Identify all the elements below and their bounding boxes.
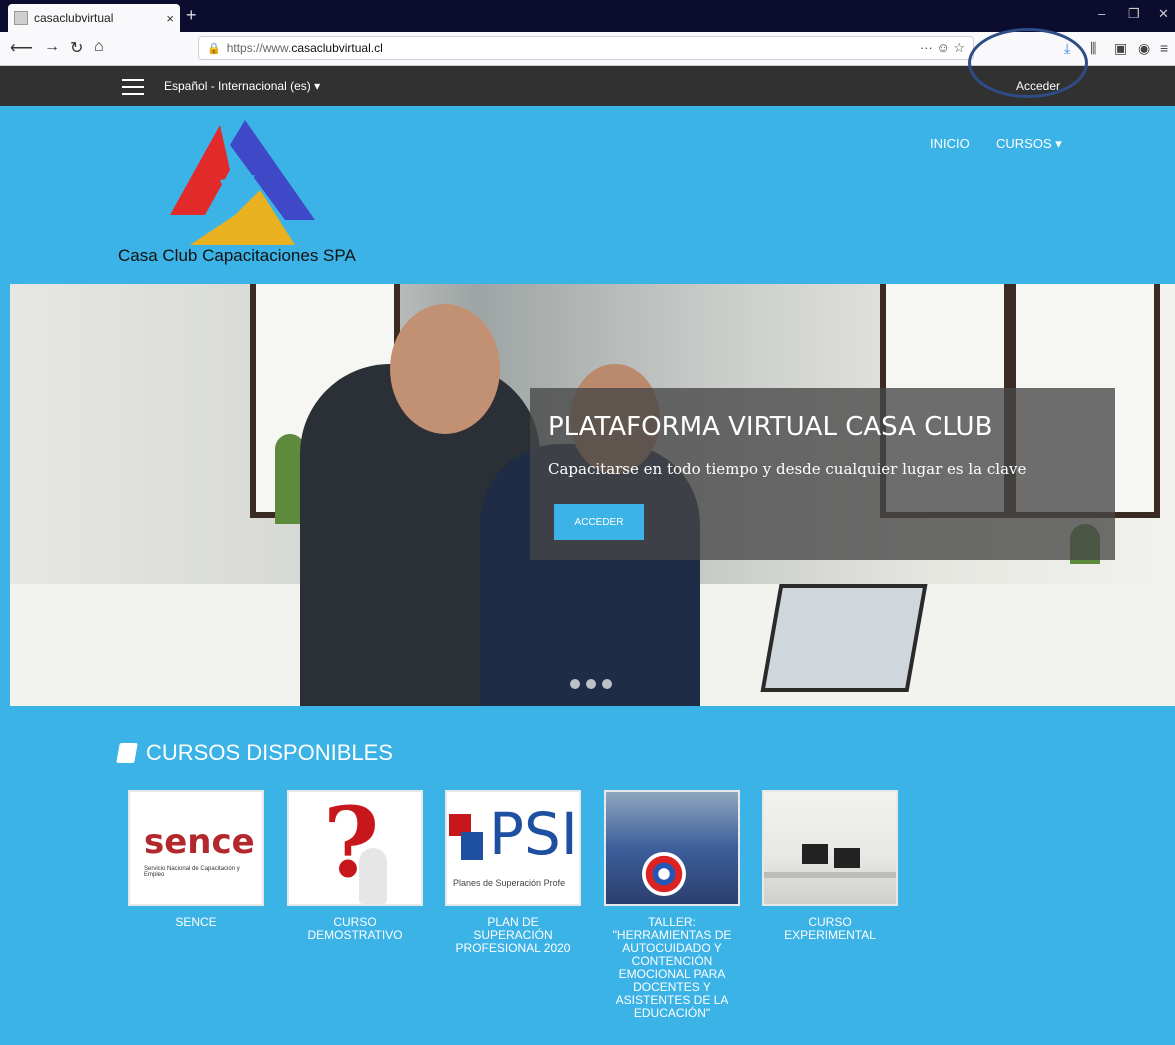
- hero-subtitle: Capacitarse en todo tiempo y desde cualq…: [548, 460, 1027, 478]
- hero-caption: PLATAFORMA VIRTUAL CASA CLUB Capacitarse…: [530, 388, 1115, 560]
- slider-dot[interactable]: [570, 679, 580, 689]
- course-card-psp[interactable]: PSI Planes de Superación Profe PLAN DE S…: [445, 790, 581, 955]
- hero-acceder-button[interactable]: ACCEDER: [554, 504, 644, 540]
- hamburger-icon[interactable]: [122, 79, 144, 95]
- browser-tab[interactable]: casaclubvirtual ×: [8, 4, 180, 32]
- course-title[interactable]: PLAN DE SUPERACIÓN PROFESIONAL 2020: [445, 916, 581, 955]
- course-title[interactable]: TALLER: "HERRAMIENTAS DE AUTOCUIDADO Y C…: [604, 916, 740, 1020]
- courses-heading: CURSOS DISPONIBLES: [116, 740, 393, 766]
- course-thumbnail[interactable]: [762, 790, 898, 906]
- course-title[interactable]: CURSO DEMOSTRATIVO: [287, 916, 423, 942]
- url-text: https://www.casaclubvirtual.cl: [226, 41, 383, 55]
- laptop: [760, 584, 928, 692]
- browser-tab-bar: casaclubvirtual × + – ❐ ✕: [0, 0, 1175, 32]
- course-title[interactable]: CURSO EXPERIMENTAL: [762, 916, 898, 942]
- sidebar-icon[interactable]: ▣: [1114, 40, 1127, 57]
- shield-icon: [642, 852, 686, 896]
- desk: [764, 872, 896, 878]
- slider-dot[interactable]: [586, 679, 596, 689]
- page-actions-icon[interactable]: ··· ☺ ☆: [920, 40, 965, 56]
- lock-icon: 🔒: [207, 42, 221, 55]
- course-card-sence[interactable]: sence Servicio Nacional de Capacitación …: [128, 790, 264, 929]
- restore-icon[interactable]: ❐: [1128, 6, 1140, 22]
- course-title[interactable]: SENCE: [128, 916, 264, 929]
- site-header: Casa Club Capacitaciones SPA INICIO CURS…: [0, 106, 1175, 284]
- course-thumbnail[interactable]: [604, 790, 740, 906]
- course-card-taller[interactable]: TALLER: "HERRAMIENTAS DE AUTOCUIDADO Y C…: [604, 790, 740, 1020]
- reload-icon[interactable]: ↻: [70, 38, 83, 58]
- library-icon[interactable]: ⫼: [1090, 40, 1096, 57]
- figure-icon: [359, 848, 387, 904]
- hero-slider: PLATAFORMA VIRTUAL CASA CLUB Capacitarse…: [10, 284, 1175, 706]
- slider-dots: [570, 676, 618, 694]
- close-window-icon[interactable]: ✕: [1158, 6, 1169, 22]
- slider-dot[interactable]: [602, 679, 612, 689]
- monitor-icon: [834, 848, 860, 868]
- man-left-head: [390, 304, 500, 434]
- annotation-circle: [968, 28, 1088, 98]
- new-tab-icon[interactable]: +: [186, 5, 197, 26]
- back-icon[interactable]: ⟵: [10, 38, 33, 58]
- psp-logo-text: PSI: [489, 800, 578, 868]
- course-thumbnail[interactable]: sence Servicio Nacional de Capacitación …: [128, 790, 264, 906]
- logo-icon[interactable]: [160, 120, 320, 250]
- monitor-icon: [802, 844, 828, 864]
- course-card-experimental[interactable]: CURSO EXPERIMENTAL: [762, 790, 898, 942]
- course-thumbnail[interactable]: ?: [287, 790, 423, 906]
- psp-logo-sub: Planes de Superación Profe: [453, 878, 566, 888]
- forward-icon[interactable]: →: [44, 38, 60, 56]
- nav-inicio[interactable]: INICIO: [930, 136, 970, 151]
- tab-title: casaclubvirtual: [34, 11, 114, 25]
- course-thumbnail[interactable]: PSI Planes de Superación Profe: [445, 790, 581, 906]
- courses-heading-text: CURSOS DISPONIBLES: [146, 740, 393, 765]
- book-icon: [116, 743, 138, 763]
- menu-icon[interactable]: ≡: [1160, 40, 1168, 56]
- tab-close-icon[interactable]: ×: [166, 11, 174, 26]
- home-icon[interactable]: ⌂: [94, 38, 104, 56]
- minimize-icon[interactable]: –: [1098, 6, 1105, 21]
- psp-logo-blue: [461, 832, 483, 860]
- logo-text: Casa Club Capacitaciones SPA: [118, 246, 356, 265]
- nav-cursos[interactable]: CURSOS ▾: [996, 136, 1062, 152]
- address-bar[interactable]: 🔒 https://www.casaclubvirtual.cl ··· ☺ ☆: [198, 36, 974, 60]
- course-card-demostrativo[interactable]: ? CURSO DEMOSTRATIVO: [287, 790, 423, 942]
- language-selector[interactable]: Español - Internacional (es) ▾: [164, 79, 320, 93]
- sence-logo-sub: Servicio Nacional de Capacitación y Empl…: [144, 866, 240, 878]
- favicon-icon: [14, 11, 28, 25]
- sence-logo-text: sence: [144, 822, 255, 862]
- hero-title: PLATAFORMA VIRTUAL CASA CLUB: [548, 412, 993, 442]
- account-icon[interactable]: ◉: [1138, 40, 1150, 57]
